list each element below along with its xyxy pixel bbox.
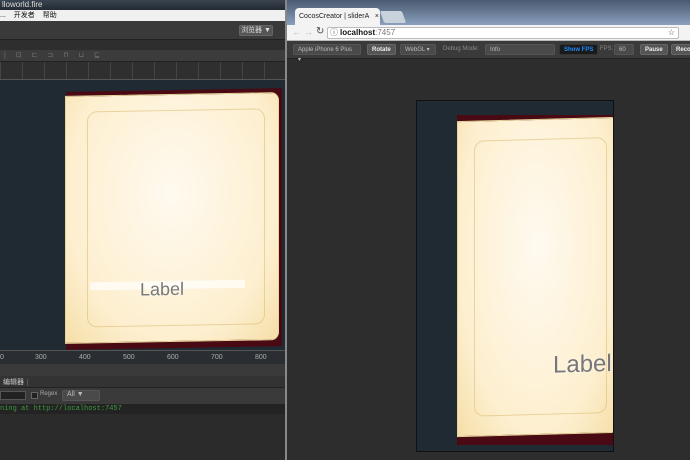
menu-item[interactable]: ...	[0, 12, 6, 19]
bottom-ruler: 0 300 400 500 600 700 800	[0, 350, 285, 364]
scene-view[interactable]: Label	[0, 80, 285, 350]
game-canvas[interactable]: Label	[416, 100, 614, 452]
url-host: localhost	[340, 28, 376, 37]
menu-item-help[interactable]: 帮助	[43, 12, 57, 19]
menu-bar: ... 开发者 帮助	[0, 10, 285, 21]
pause-button[interactable]: Pause	[640, 44, 668, 55]
tab-title: CocosCreator | sliderA	[299, 13, 369, 20]
close-tab-icon[interactable]: ×	[375, 13, 379, 20]
regex-checkbox[interactable]	[31, 392, 38, 399]
tick: 700	[211, 354, 223, 361]
panel-gap	[0, 364, 285, 376]
debug-mode-label: Debug Mode:	[443, 46, 480, 52]
url-input[interactable]: ⓘ localhost:7457 ☆	[327, 27, 679, 39]
align-tools[interactable]: | ⊡ ⊏ ⊐ ⊓ ⊔ ⊑	[0, 50, 285, 62]
forward-icon[interactable]: →	[304, 27, 313, 37]
recompile-button[interactable]: Recom	[671, 44, 690, 55]
address-bar-row: ← → ↻ ⓘ localhost:7457 ☆	[287, 25, 690, 41]
reload-icon[interactable]: ↻	[316, 26, 324, 37]
scene-label: Label	[140, 278, 185, 300]
tick: 400	[79, 354, 91, 361]
menu-item-developer[interactable]: 开发者	[14, 12, 35, 19]
fps-input[interactable]: 60	[614, 44, 634, 55]
url-port: :7457	[375, 28, 396, 37]
console-tab[interactable]: 编辑器	[0, 377, 285, 388]
browser-window: CocosCreator | sliderA × ← → ↻ ⓘ localho…	[285, 0, 690, 460]
rotate-button[interactable]: Rotate	[367, 44, 396, 55]
preview-toolbar: Apple iPhone 6 Plus ▾ Rotate WebGL ▾ Deb…	[287, 41, 690, 63]
preview-platform-button[interactable]: 浏览器 ▼	[239, 25, 273, 36]
show-fps-button[interactable]: Show FPS	[559, 44, 599, 55]
browser-tab-bar: CocosCreator | sliderA ×	[287, 0, 690, 25]
device-select[interactable]: Apple iPhone 6 Plus ▾	[293, 44, 361, 63]
console-log: ning at http://localhost:7457	[0, 404, 285, 460]
browser-tab[interactable]: CocosCreator | sliderA ×	[295, 8, 380, 25]
regex-label: Regex	[40, 391, 58, 397]
top-ruler	[0, 62, 285, 80]
editor-title: lloworld.fire	[0, 0, 285, 10]
new-tab-button[interactable]	[379, 11, 407, 23]
back-icon[interactable]: ←	[292, 27, 301, 37]
tick: 800	[255, 354, 267, 361]
game-label: Label	[553, 350, 612, 379]
console-tab-label: 编辑器	[0, 379, 28, 386]
tick: 600	[167, 354, 179, 361]
tick: 0	[0, 354, 4, 361]
info-icon: ⓘ	[330, 28, 338, 37]
bookmark-star-icon[interactable]: ☆	[668, 28, 675, 38]
editor-toolbar: 浏览器 ▼	[0, 21, 285, 40]
slider-card: Label	[65, 92, 279, 344]
editor-window: lloworld.fire ... 开发者 帮助 浏览器 ▼ | ⊡ ⊏ ⊐ ⊓…	[0, 0, 285, 460]
tick: 500	[123, 354, 135, 361]
toolbar-spacer	[0, 40, 285, 50]
log-line: ning at http://localhost:7457	[0, 404, 285, 414]
filter-input[interactable]	[0, 391, 26, 400]
log-level-select[interactable]: All ▼	[62, 390, 100, 401]
renderer-select[interactable]: WebGL ▾	[400, 44, 436, 55]
tick: 300	[35, 354, 47, 361]
game-slider-card: Label	[457, 116, 613, 438]
debug-mode-select[interactable]: Info	[485, 44, 555, 55]
console-filter-bar: Regex All ▼	[0, 388, 285, 404]
